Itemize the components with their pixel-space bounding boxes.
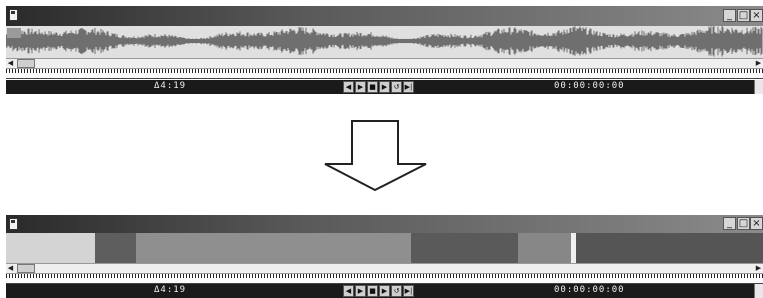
timeline-segment[interactable] [6,233,96,263]
segment-timeline[interactable] [6,233,763,263]
audio-editor-window-top: _ □ × ◀ ▶ Δ4:19 ◀ ▶ ■ ▶ ↺ ▶| 00:00:00:00 [6,6,763,94]
stop-button[interactable]: ■ [367,285,378,297]
play-button[interactable]: ▶ [379,81,390,93]
status-bar: Δ4:19 ◀ ▶ ■ ▶ ↺ ▶| 00:00:00:00 [6,284,754,298]
horizontal-scrollbar[interactable]: ◀ ▶ [6,263,763,274]
maximize-button[interactable]: □ [737,217,750,230]
maximize-button[interactable]: □ [737,9,750,22]
minimize-button[interactable]: _ [723,9,736,22]
down-arrow-icon [324,120,427,192]
timeline-segment[interactable] [136,233,411,263]
go-to-end-button[interactable]: ▶| [403,285,414,297]
close-button[interactable]: × [750,217,763,230]
duration-readout: Δ4:19 [154,285,187,295]
transport-controls: ◀ ▶ ■ ▶ ↺ ▶| [343,285,414,297]
play-button[interactable]: ▶ [379,285,390,297]
timecode-display: 00:00:00:00 [554,285,625,295]
scroll-thumb[interactable] [17,59,35,68]
position-track[interactable] [6,73,763,79]
minimize-button[interactable]: _ [723,217,736,230]
go-to-end-button[interactable]: ▶| [403,81,414,93]
resize-corner[interactable] [754,284,763,298]
loop-button[interactable]: ↺ [391,285,402,297]
rewind-button[interactable]: ◀ [343,285,354,297]
timecode-display: 00:00:00:00 [554,81,625,91]
loop-button[interactable]: ↺ [391,81,402,93]
title-bar[interactable]: _ □ × [6,6,763,26]
scroll-left-icon[interactable]: ◀ [6,264,15,273]
track-marker [7,28,21,38]
waveform-trace [6,26,763,57]
resize-corner[interactable] [754,80,763,94]
status-bar: Δ4:19 ◀ ▶ ■ ▶ ↺ ▶| 00:00:00:00 [6,80,754,94]
timeline-segment[interactable] [95,233,137,263]
scroll-thumb[interactable] [17,264,35,273]
scroll-right-icon[interactable]: ▶ [754,59,763,68]
title-bar[interactable]: _ □ × [6,215,763,233]
audio-editor-window-bottom: _ □ × ◀ ▶ Δ4:19 ◀ ▶ ■ ▶ ↺ ▶| 00:00:00:00 [6,215,763,298]
close-button[interactable]: × [750,9,763,22]
forward-button[interactable]: ▶ [355,81,366,93]
waveform-graph [6,26,763,57]
scroll-left-icon[interactable]: ◀ [6,59,15,68]
app-icon [9,9,18,21]
rewind-button[interactable]: ◀ [343,81,354,93]
stop-button[interactable]: ■ [367,81,378,93]
scroll-right-icon[interactable]: ▶ [754,264,763,273]
horizontal-scrollbar[interactable]: ◀ ▶ [6,58,763,69]
timeline-segment[interactable] [576,233,763,263]
forward-button[interactable]: ▶ [355,285,366,297]
duration-readout: Δ4:19 [154,81,187,91]
timeline-segment[interactable] [410,233,518,263]
timeline-segment[interactable] [517,233,571,263]
app-icon [9,218,18,230]
transport-controls: ◀ ▶ ■ ▶ ↺ ▶| [343,81,414,93]
waveform-display[interactable] [6,26,763,58]
